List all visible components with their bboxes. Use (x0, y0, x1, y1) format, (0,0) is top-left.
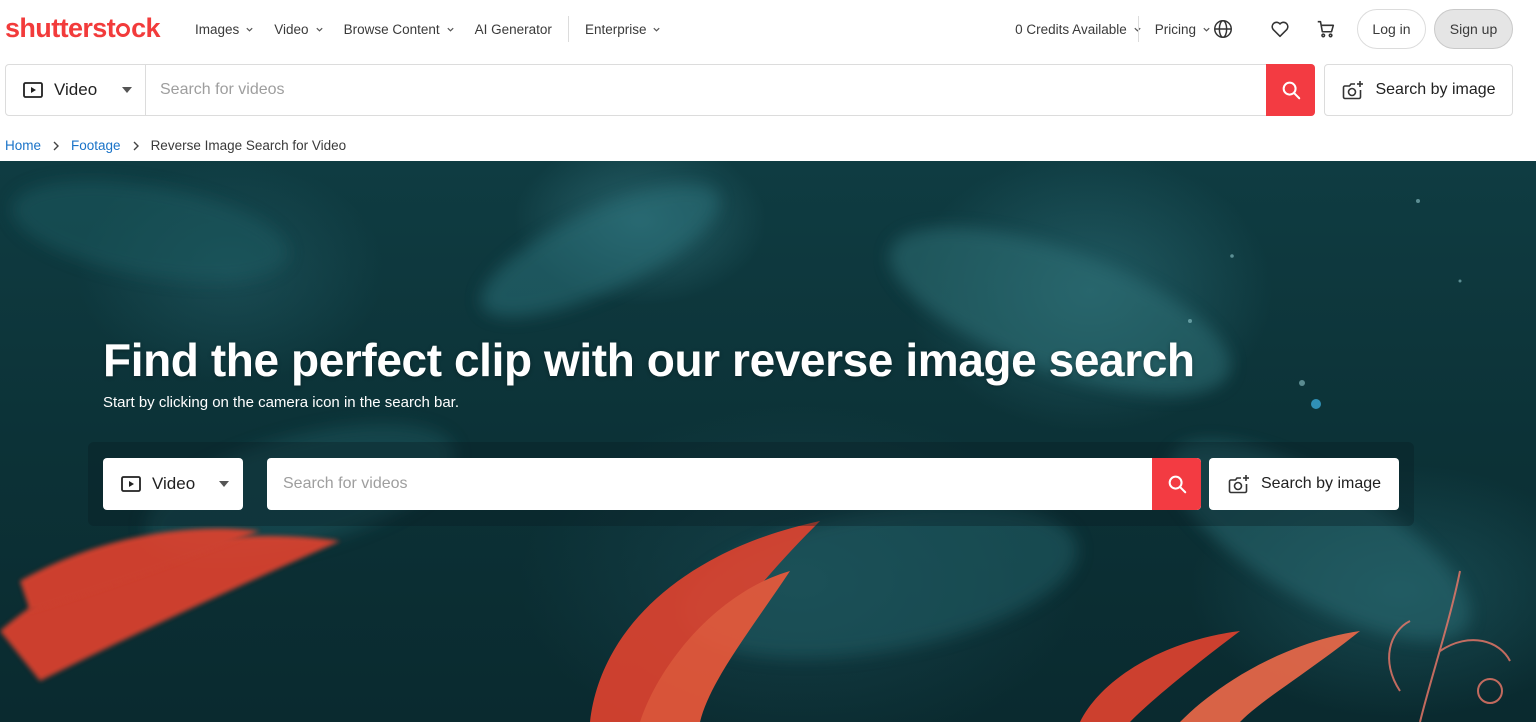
breadcrumb-home[interactable]: Home (5, 138, 41, 153)
camera-plus-icon (1228, 475, 1249, 494)
chevron-down-icon (1203, 27, 1210, 32)
nav-divider (1137, 16, 1139, 42)
camera-plus-icon (1343, 81, 1364, 100)
hero-media-type-value: Video (152, 474, 196, 493)
nav-images-label: Images (195, 21, 240, 37)
nav-video-label: Video (274, 21, 309, 37)
login-button[interactable]: Log in (1357, 9, 1426, 49)
chevron-down-icon (653, 27, 661, 32)
hero-search-field (267, 458, 1201, 510)
chevron-right-icon (133, 141, 139, 150)
video-play-icon (121, 476, 141, 492)
caret-down-icon (219, 481, 229, 487)
breadcrumb: Home Footage Reverse Image Search for Vi… (5, 138, 346, 153)
credits-dropdown[interactable]: 0 Credits Available (1015, 22, 1142, 37)
breadcrumb-current: Reverse Image Search for Video (150, 138, 347, 153)
hero-search-button[interactable] (1152, 458, 1201, 510)
logo-text-start: shutterst (5, 13, 116, 43)
hero-title: Find the perfect clip with our reverse i… (103, 334, 1195, 386)
search-button[interactable] (1266, 64, 1315, 116)
hero-search-by-image-button[interactable]: Search by image (1209, 458, 1399, 510)
hero-search-input[interactable] (267, 458, 1152, 510)
chevron-down-icon (447, 27, 454, 32)
search-input[interactable] (146, 65, 1266, 115)
media-type-select[interactable]: Video (6, 65, 146, 115)
nav-ai-generator[interactable]: AI Generator (475, 22, 552, 37)
nav-enterprise-label: Enterprise (584, 21, 647, 37)
search-by-image-label: Search by image (1375, 81, 1496, 98)
nav-browse-content-label: Browse Content (343, 21, 440, 37)
shutterstock-logo[interactable]: shutterst ck (5, 12, 161, 44)
account-nav: 0 Credits Available Pricing Log in Sign … (1015, 0, 1536, 58)
nav-ai-generator-label: AI Generator (474, 21, 552, 37)
video-play-icon (23, 82, 43, 98)
chevron-down-icon (246, 27, 253, 32)
chevron-right-icon (53, 141, 60, 150)
header-search-bar: Video (5, 64, 1315, 116)
globe-icon[interactable] (1211, 17, 1235, 41)
media-type-value: Video (54, 80, 98, 99)
primary-nav: Images Video Browse Content AI Generator… (195, 0, 681, 58)
nav-browse-content[interactable]: Browse Content (344, 22, 455, 37)
search-icon (1282, 81, 1300, 100)
nav-divider (567, 16, 569, 42)
nav-enterprise[interactable]: Enterprise (585, 22, 662, 37)
search-by-image-button[interactable]: Search by image (1324, 64, 1513, 116)
top-navigation: shutterst ck Images Video Browse Content … (0, 0, 1536, 58)
hero-subtitle: Start by clicking on the camera icon in … (103, 394, 460, 411)
caret-down-icon (122, 87, 132, 93)
logo-o-mark (116, 23, 131, 37)
search-icon (1168, 475, 1186, 494)
credits-label: 0 Credits Available (1015, 21, 1127, 37)
signup-button[interactable]: Sign up (1434, 9, 1513, 49)
breadcrumb-footage[interactable]: Footage (71, 138, 121, 153)
heart-icon[interactable] (1268, 17, 1292, 41)
hero-search-by-image-label: Search by image (1260, 475, 1382, 492)
logo-text-end: ck (131, 13, 160, 43)
nav-images[interactable]: Images (195, 22, 254, 37)
cart-icon[interactable] (1314, 17, 1338, 41)
hero-section: Find the perfect clip with our reverse i… (0, 161, 1536, 722)
pricing-label: Pricing (1154, 21, 1196, 37)
nav-video[interactable]: Video (274, 22, 323, 37)
pricing-dropdown[interactable]: Pricing (1155, 22, 1211, 37)
chevron-down-icon (315, 27, 323, 32)
hero-media-type-select[interactable]: Video (103, 458, 243, 510)
